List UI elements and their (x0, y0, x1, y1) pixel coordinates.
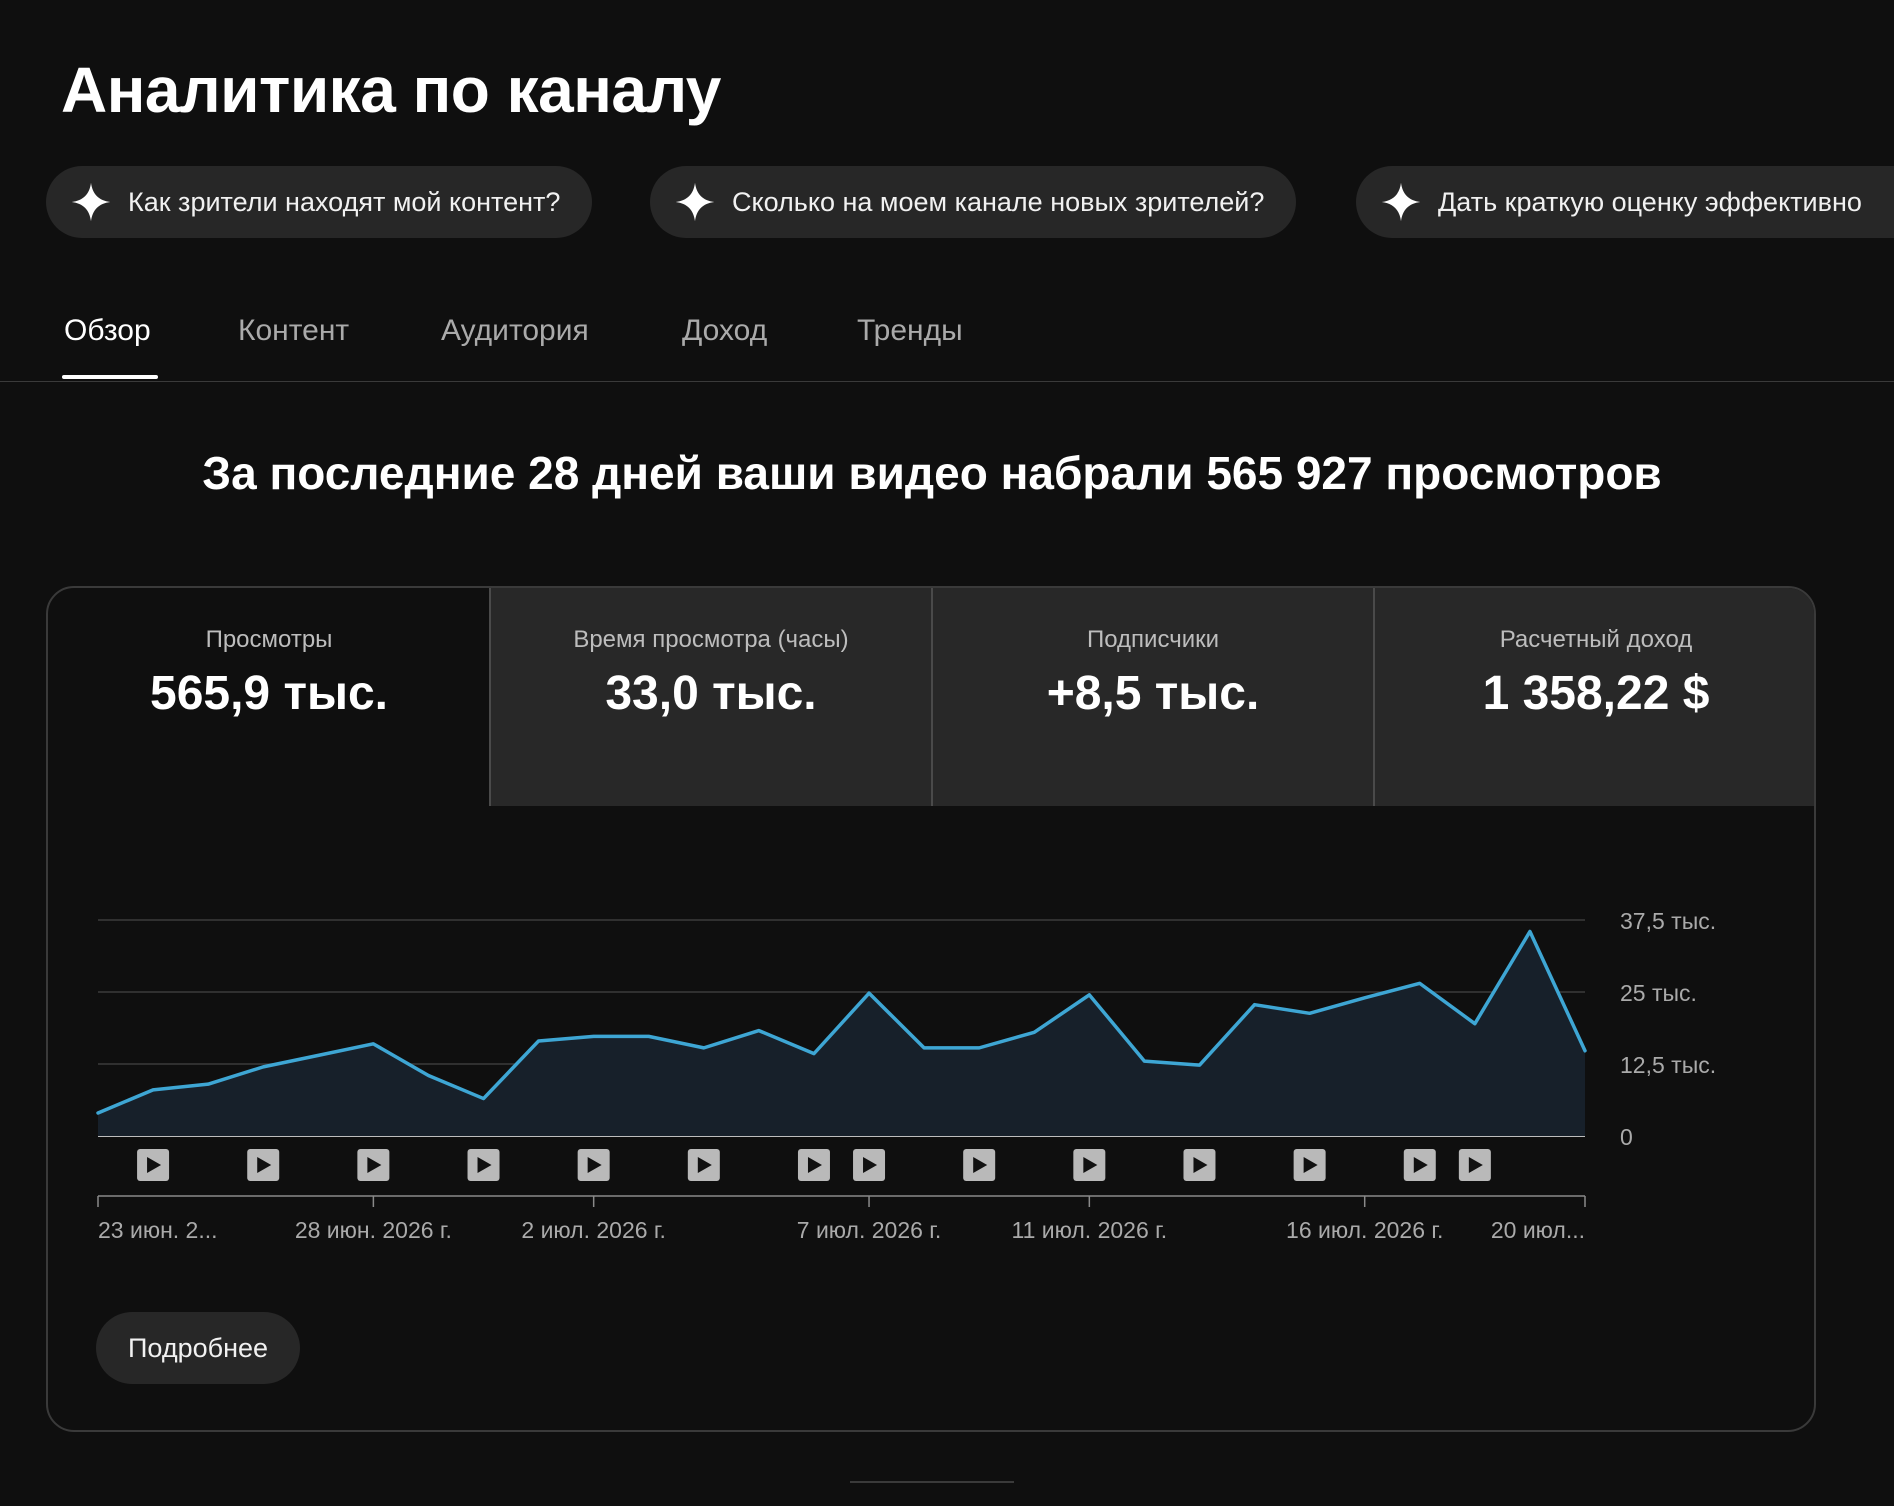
metric-label: Просмотры (205, 626, 333, 653)
views-area (98, 931, 1585, 1136)
video-marker-icon[interactable] (687, 1149, 720, 1181)
views-chart: 37,5 тыс. 25 тыс. 12,5 тыс. 0 23 июн. 2... 28… (96, 908, 1716, 1243)
y-tick-label: 0 (1620, 1124, 1633, 1150)
chip-how-viewers-find[interactable]: Как зрители находят мой контент? (46, 166, 593, 238)
metric-value: 33,0 тыс. (605, 667, 817, 720)
scroll-indicator (850, 1481, 1014, 1483)
analytics-page: Аналитика по каналу Как зрители находят … (0, 0, 1894, 1506)
video-marker-icon[interactable] (797, 1149, 830, 1181)
metric-value: +8,5 тыс. (1046, 667, 1260, 720)
video-marker-icon[interactable] (357, 1149, 390, 1181)
video-marker-icon[interactable] (467, 1149, 500, 1181)
video-marker-icon[interactable] (577, 1149, 610, 1181)
metric-label: Время просмотра (часы) (573, 626, 849, 653)
x-tick-label: 28 июн. 2026 г. (295, 1217, 452, 1243)
chip-label: Как зрители находят мой контент? (128, 186, 561, 217)
video-marker-icon[interactable] (1073, 1149, 1106, 1181)
metric-watch-time[interactable]: Время просмотра (часы) 33,0 тыс. (490, 588, 932, 806)
video-marker-icon[interactable] (1458, 1149, 1491, 1181)
video-marker-icon[interactable] (1403, 1149, 1436, 1181)
x-tick-label: 16 июл. 2026 г. (1286, 1217, 1443, 1243)
video-marker-icon[interactable] (137, 1149, 170, 1181)
metric-views[interactable]: Просмотры 565,9 тыс. (48, 588, 490, 806)
x-tick-label: 11 июл. 2026 г. (1012, 1217, 1168, 1243)
metric-label: Расчетный доход (1499, 626, 1693, 653)
more-details-button[interactable]: Подробнее (96, 1312, 301, 1384)
metric-label: Подписчики (1086, 626, 1220, 653)
metric-divider (931, 588, 933, 806)
y-tick-label: 37,5 тыс. (1620, 908, 1716, 934)
chip-performance-summary[interactable]: Дать краткую оценку эффективно (1356, 166, 1894, 238)
video-marker-icon[interactable] (1183, 1149, 1216, 1181)
tab-trends[interactable]: Тренды (857, 314, 963, 348)
overview-card: Просмотры 565,9 тыс. Время просмотра (ча… (46, 586, 1816, 1432)
y-tick-label: 25 тыс. (1620, 980, 1697, 1006)
video-marker-icon[interactable] (247, 1149, 280, 1181)
x-tick-label: 20 июл... (1491, 1217, 1585, 1243)
x-tick-label: 2 июл. 2026 г. (521, 1217, 666, 1243)
sparkle-icon (71, 182, 111, 222)
metric-revenue[interactable]: Расчетный доход 1 358,22 $ (1374, 588, 1814, 806)
metric-value: 565,9 тыс. (150, 667, 388, 720)
video-marker-icon[interactable] (1293, 1149, 1326, 1181)
active-tab-indicator (62, 375, 158, 379)
y-tick-label: 12,5 тыс. (1620, 1052, 1716, 1078)
chip-new-viewers[interactable]: Сколько на моем канале новых зрителей? (650, 166, 1297, 238)
chip-label: Дать краткую оценку эффективно (1438, 186, 1862, 217)
x-tick-label: 23 июн. 2... (98, 1217, 218, 1243)
metric-subscribers[interactable]: Подписчики +8,5 тыс. (932, 588, 1374, 806)
metric-value: 1 358,22 $ (1482, 667, 1710, 720)
metric-divider (1373, 588, 1375, 806)
sparkle-icon (675, 182, 715, 222)
tab-revenue[interactable]: Доход (682, 314, 767, 348)
video-marker-icon[interactable] (853, 1149, 886, 1181)
tab-audience[interactable]: Аудитория (441, 314, 589, 348)
x-tick-label: 7 июл. 2026 г. (797, 1217, 942, 1243)
tab-content[interactable]: Контент (238, 314, 349, 348)
summary-heading: За последние 28 дней ваши видео набрали … (202, 447, 1662, 499)
video-marker-icon[interactable] (963, 1149, 996, 1181)
sparkle-icon (1381, 182, 1421, 222)
tab-overview[interactable]: Обзор (64, 314, 151, 348)
suggestion-chips: Как зрители находят мой контент? Сколько… (46, 166, 1894, 238)
chip-label: Сколько на моем канале новых зрителей? (732, 186, 1265, 217)
tab-bar: Обзор Контент Аудитория Доход Тренды (0, 300, 1894, 382)
metric-divider (489, 588, 491, 806)
page-title: Аналитика по каналу (61, 54, 721, 126)
